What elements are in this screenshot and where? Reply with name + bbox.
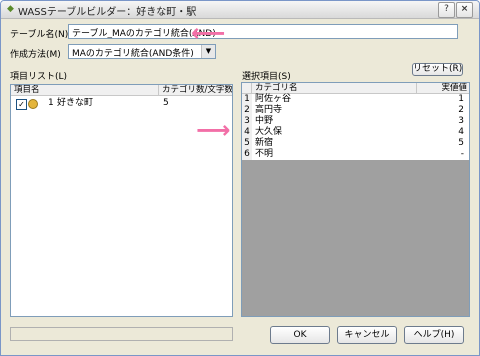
row-number: 6 (242, 149, 252, 160)
grid-header-value[interactable]: 実値値 (417, 83, 469, 94)
reset-button[interactable]: リセット(R) (412, 63, 463, 76)
table-row[interactable]: 6 不明 - (242, 149, 469, 160)
category-name: 大久保 (255, 127, 283, 137)
grid-corner (242, 83, 252, 94)
table-row[interactable]: 5 新宿 5 (242, 138, 469, 149)
item-list-header-name[interactable]: 項目名 (11, 85, 159, 96)
checkbox[interactable]: ✓ (16, 99, 27, 110)
window-title: WASSテーブルビルダー：好きな町・駅 (18, 7, 197, 18)
row-number: 5 (242, 138, 252, 149)
pink-arrow-icon: ⟶ (196, 116, 231, 144)
pink-arrow-icon: ⟵ (191, 19, 226, 47)
status-bar (10, 327, 233, 341)
method-select-value: MAのカテゴリ統合(AND条件) (72, 49, 194, 59)
title-bar: ◆ WASSテーブルビルダー：好きな町・駅 ? × (1, 1, 479, 19)
grid-header-category[interactable]: カテゴリ名 (252, 83, 417, 94)
category-name: 中野 (255, 116, 274, 126)
item-list-label: 項目リスト(L) (10, 72, 68, 82)
category-value: 3 (458, 116, 464, 126)
table-name-input[interactable]: テーブル_MAのカテゴリ統合(AND) (68, 24, 458, 39)
row-number: 4 (242, 127, 252, 138)
gold-category-icon (28, 99, 38, 109)
dialog-window: ◆ WASSテーブルビルダー：好きな町・駅 ? × テーブル名(N) テーブル_… (0, 0, 480, 356)
category-value: 4 (458, 127, 464, 137)
selected-items-label: 選択項目(S) (242, 72, 291, 82)
selected-items-grid[interactable]: カテゴリ名 実値値 1 阿佐ヶ谷 1 2 高円寺 2 3 中野 3 4 大久保 … (241, 82, 470, 317)
item-name: 好きな町 (57, 98, 94, 108)
help-title-button[interactable]: ? (438, 2, 455, 18)
category-value: 5 (458, 138, 464, 148)
category-name: 阿佐ヶ谷 (255, 94, 292, 104)
item-count: 5 (163, 98, 169, 108)
app-icon: ◆ (7, 4, 14, 14)
category-value: - (460, 149, 464, 159)
cancel-button[interactable]: キャンセル (337, 326, 397, 344)
category-name: 高円寺 (255, 105, 283, 115)
row-number: 2 (242, 105, 252, 116)
table-row[interactable]: 3 中野 3 (242, 116, 469, 127)
table-row[interactable]: 1 阿佐ヶ谷 1 (242, 94, 469, 105)
help-button[interactable]: ヘルプ(H) (404, 326, 464, 344)
row-number: 1 (242, 94, 252, 105)
item-list-header-count[interactable]: カテゴリ数/文字数 (159, 85, 232, 96)
table-name-label: テーブル名(N) (10, 30, 69, 40)
category-name: 新宿 (255, 138, 274, 148)
table-row[interactable]: 2 高円寺 2 (242, 105, 469, 116)
category-name: 不明 (255, 149, 274, 159)
ok-button[interactable]: OK (270, 326, 330, 344)
category-value: 2 (458, 105, 464, 115)
method-label: 作成方法(M) (10, 50, 61, 60)
table-row[interactable]: 4 大久保 4 (242, 127, 469, 138)
category-value: 1 (458, 94, 464, 104)
item-number: 1 (48, 98, 54, 108)
close-button[interactable]: × (456, 2, 473, 18)
list-item[interactable]: ✓ 1 好きな町 5 (11, 98, 232, 110)
row-number: 3 (242, 116, 252, 127)
